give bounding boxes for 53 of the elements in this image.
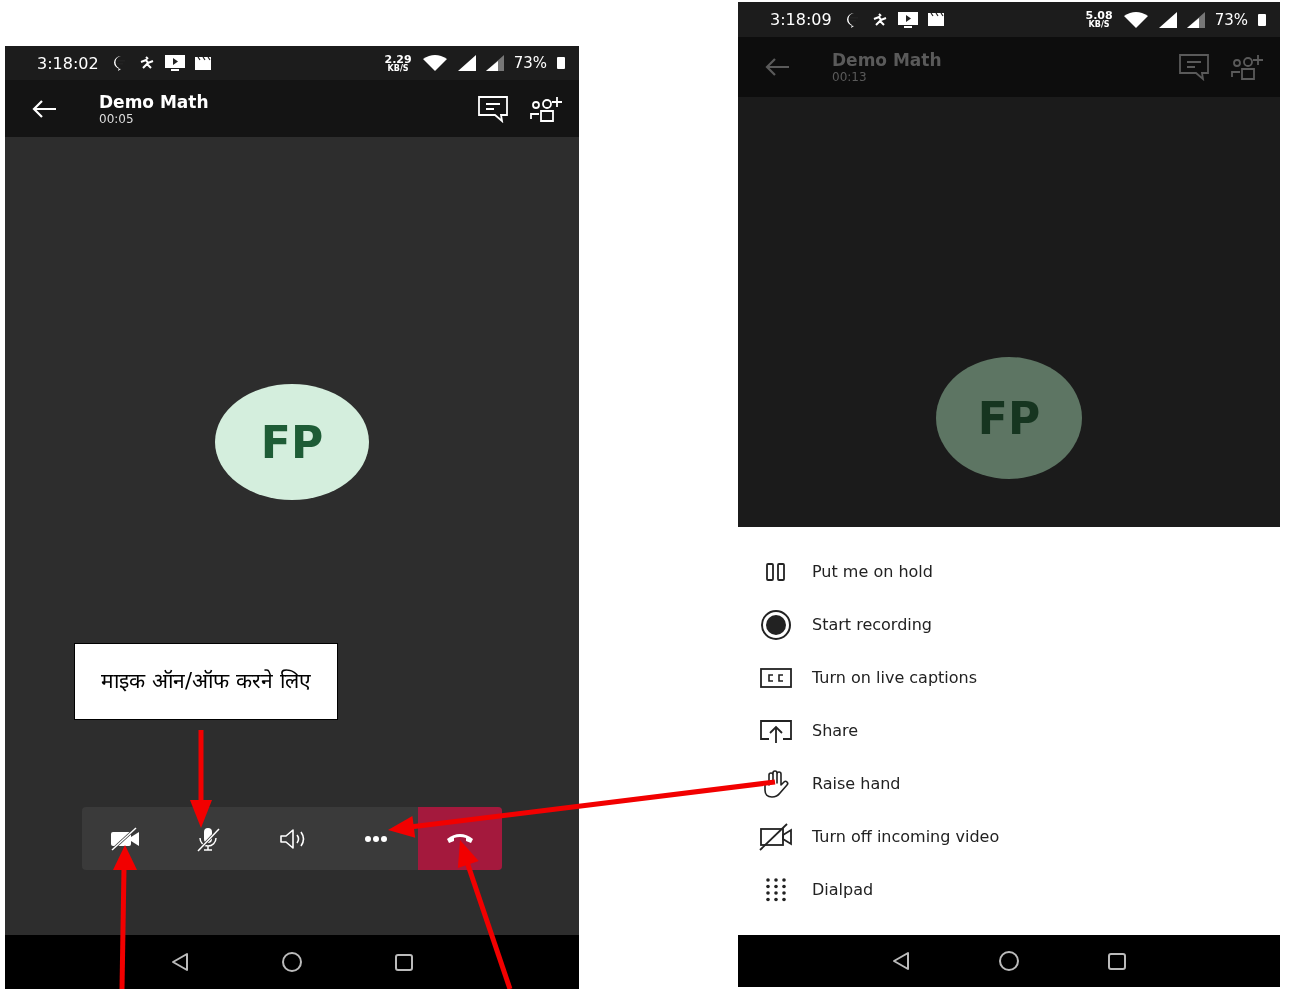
- signal-icon: [1186, 11, 1205, 28]
- avatar-circle: FP: [936, 357, 1082, 479]
- menu-item[interactable]: Raise hand: [812, 774, 901, 793]
- avatar-circle: FP: [215, 384, 369, 500]
- menu-item[interactable]: Turn off incoming video: [812, 827, 1000, 846]
- screen-icon: [897, 11, 918, 28]
- speed-unit: KB/S: [1088, 21, 1110, 29]
- network-speed: 5.08: [1085, 10, 1113, 21]
- speed-unit: KB/S: [387, 64, 409, 73]
- clapperboard-icon: [194, 56, 211, 70]
- record-icon: [759, 609, 793, 640]
- menu-item[interactable]: Turn on live captions: [812, 668, 978, 687]
- signal-icon: [1158, 11, 1177, 28]
- battery-percent: 73%: [513, 54, 547, 72]
- menu-item[interactable]: Put me on hold: [812, 562, 933, 581]
- call-duration: 00:13: [832, 70, 868, 84]
- sparkle-icon: [138, 56, 155, 70]
- call-title: Demo Math: [99, 91, 209, 112]
- recents-square-icon[interactable]: [1106, 951, 1127, 971]
- share-screen-icon: [759, 718, 793, 743]
- more-icon: [364, 834, 388, 843]
- signal-icon: [485, 55, 504, 71]
- recents-square-icon[interactable]: [393, 952, 414, 972]
- hang-up-icon: [446, 833, 474, 844]
- back-triangle-icon[interactable]: [170, 952, 191, 972]
- call-duration: 00:05: [99, 111, 135, 126]
- video-off-icon: [759, 822, 793, 851]
- captions-icon: [760, 667, 792, 688]
- battery-icon: [1258, 13, 1266, 26]
- wifi-icon: [421, 55, 448, 71]
- callout-text: माइक ऑन/ऑफ करने लिए: [100, 667, 312, 695]
- sparkle-icon: [871, 12, 888, 27]
- battery-icon: [557, 57, 565, 69]
- back-triangle-icon[interactable]: [891, 951, 912, 971]
- add-people-icon[interactable]: [529, 94, 565, 123]
- menu-item[interactable]: Share: [812, 721, 859, 740]
- home-circle-icon[interactable]: [998, 950, 1020, 972]
- home-circle-icon[interactable]: [281, 951, 303, 973]
- menu-item[interactable]: Dialpad: [812, 880, 874, 899]
- network-speed: 2.29: [384, 53, 412, 65]
- wifi-icon: [1122, 11, 1149, 28]
- battery-percent: 73%: [1214, 10, 1248, 29]
- camera-off-icon: [109, 825, 139, 852]
- screen-icon: [164, 55, 185, 71]
- pause-icon: [765, 562, 787, 581]
- dialpad-icon: [764, 876, 788, 903]
- call-title: Demo Math: [832, 50, 942, 70]
- hand-icon: [761, 768, 791, 799]
- menu-item[interactable]: Start recording: [812, 615, 933, 634]
- clock: 3:18:02: [37, 53, 99, 73]
- clock: 3:18:09: [770, 10, 832, 29]
- clapperboard-icon: [927, 13, 944, 26]
- signal-icon: [457, 55, 476, 71]
